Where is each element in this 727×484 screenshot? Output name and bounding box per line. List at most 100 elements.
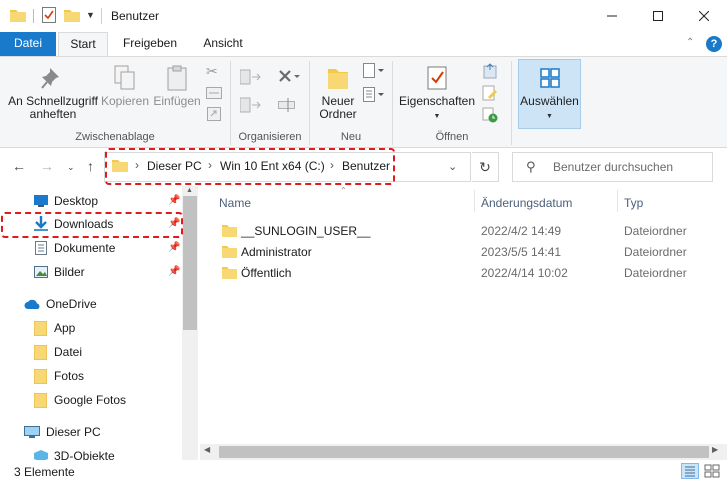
download-icon <box>34 216 48 231</box>
history-icon[interactable] <box>482 107 498 123</box>
properties-icon[interactable] <box>42 7 56 23</box>
breadcrumb-item[interactable]: Benutzer <box>342 159 390 173</box>
new-item-icon[interactable] <box>363 63 385 79</box>
select-button[interactable]: Auswählen ▼ <box>518 65 581 123</box>
paste-shortcut-icon[interactable] <box>207 107 221 121</box>
pin-quick-access-button[interactable]: An Schnellzugriff anheften <box>6 65 100 121</box>
edit-icon[interactable] <box>482 85 498 101</box>
scroll-up-icon[interactable]: ▲ <box>186 187 193 194</box>
delete-icon[interactable] <box>278 69 300 85</box>
folder-icon <box>34 321 47 336</box>
folder-icon <box>34 345 47 360</box>
collapse-ribbon-icon[interactable]: ⌃ <box>686 37 694 48</box>
horizontal-scrollbar-thumb[interactable] <box>219 446 709 458</box>
folder-icon <box>34 369 47 384</box>
details-view-button[interactable] <box>681 463 699 479</box>
sort-indicator-icon: ⌃ <box>340 186 347 195</box>
row-type: Dateiordner <box>624 245 687 259</box>
breadcrumb-item[interactable]: Dieser PC <box>147 159 202 173</box>
column-divider[interactable] <box>474 190 475 212</box>
copy-path-icon[interactable] <box>206 87 222 99</box>
properties-icon <box>427 66 447 90</box>
table-row[interactable]: Administrator 2023/5/5 14:41 Dateiordner <box>205 241 715 262</box>
nav-item-label: 3D-Objekte <box>54 449 115 460</box>
large-icons-view-button[interactable] <box>703 463 721 479</box>
table-row[interactable]: __SUNLOGIN_USER__ 2022/4/2 14:49 Dateior… <box>205 220 715 241</box>
breadcrumb-separator-icon[interactable]: › <box>208 158 212 172</box>
nav-item-google-fotos[interactable]: Google Fotos <box>0 389 182 411</box>
tab-ansicht[interactable]: Ansicht <box>192 32 254 56</box>
folder-icon <box>222 246 237 258</box>
breadcrumb-separator-icon[interactable]: › <box>330 158 334 172</box>
folder-icon <box>112 160 128 172</box>
properties-button[interactable]: Eigenschaften ▼ <box>396 65 478 123</box>
row-name: Administrator <box>241 245 312 259</box>
address-dropdown-icon[interactable]: ⌄ <box>448 160 457 173</box>
navigation-pane: Desktop 📌 Downloads 📌 Dokumente 📌 Bilder… <box>0 186 198 460</box>
documents-icon <box>35 241 47 255</box>
scroll-right-icon[interactable]: ▶ <box>712 445 718 454</box>
tab-datei[interactable]: Datei <box>0 32 56 56</box>
select-all-icon <box>539 68 560 88</box>
nav-item-desktop[interactable]: Desktop 📌 <box>0 190 182 212</box>
nav-item-downloads[interactable]: Downloads 📌 <box>0 213 182 235</box>
nav-item-this-pc[interactable]: Dieser PC <box>0 421 182 443</box>
nav-item-label: Downloads <box>54 217 114 231</box>
nav-item-datei[interactable]: Datei <box>0 341 182 363</box>
ribbon-tabs: Datei Start Freigeben Ansicht ⌃ ? <box>0 32 727 57</box>
ribbon: An Schnellzugriff anheften Kopieren Einf… <box>0 56 727 148</box>
copy-to-icon[interactable] <box>240 97 264 113</box>
row-type: Dateiordner <box>624 266 687 280</box>
refresh-icon: ↻ <box>479 159 491 175</box>
nav-item-app[interactable]: App <box>0 317 182 339</box>
paste-button[interactable]: Einfügen <box>152 65 202 108</box>
easy-access-icon[interactable] <box>363 87 385 103</box>
minimize-button[interactable] <box>589 0 635 32</box>
nav-scrollbar-thumb[interactable] <box>183 196 197 330</box>
nav-item-fotos[interactable]: Fotos <box>0 365 182 387</box>
nav-item-onedrive[interactable]: OneDrive <box>0 293 182 315</box>
maximize-button[interactable] <box>635 0 681 32</box>
open-icon[interactable] <box>482 63 498 79</box>
window-title: Benutzer <box>111 9 160 23</box>
up-button[interactable]: ↑ <box>87 158 94 174</box>
rename-icon[interactable] <box>278 97 298 113</box>
search-placeholder: Benutzer durchsuchen <box>553 160 674 174</box>
close-button[interactable] <box>681 0 727 32</box>
refresh-button[interactable]: ↻ <box>472 152 499 182</box>
column-divider[interactable] <box>617 190 618 212</box>
group-label-clipboard: Zwischenablage <box>75 131 155 143</box>
nav-item-pictures[interactable]: Bilder 📌 <box>0 261 182 283</box>
table-row[interactable]: Öffentlich 2022/4/14 10:02 Dateiordner <box>205 262 715 283</box>
column-header-type[interactable]: Typ <box>624 196 643 210</box>
forward-button[interactable]: → <box>40 158 54 174</box>
group-separator <box>511 61 512 145</box>
tab-start[interactable]: Start <box>58 32 108 57</box>
pin-icon: 📌 <box>168 266 181 277</box>
back-button[interactable]: ← <box>12 158 26 174</box>
breadcrumb-separator-icon[interactable]: › <box>135 158 139 172</box>
folder-icon <box>222 267 237 279</box>
row-name: Öffentlich <box>241 266 292 280</box>
new-folder-button[interactable]: Neuer Ordner <box>313 65 363 121</box>
select-label: Auswählen <box>520 94 579 108</box>
recent-locations-icon[interactable]: ⌄ <box>67 162 75 173</box>
nav-item-documents[interactable]: Dokumente 📌 <box>0 237 182 259</box>
group-label-open: Öffnen <box>435 131 469 143</box>
customize-quick-access-icon[interactable]: ▼ <box>86 10 95 20</box>
help-icon[interactable]: ? <box>706 36 722 52</box>
scroll-left-icon[interactable]: ◀ <box>204 445 210 454</box>
folder-icon <box>222 225 237 237</box>
new-folder-icon[interactable] <box>64 8 80 22</box>
cut-icon[interactable]: ✂ <box>206 63 218 80</box>
nav-item-3d-objects[interactable]: 3D-Objekte <box>0 445 182 460</box>
status-bar <box>0 460 727 484</box>
tab-freigeben[interactable]: Freigeben <box>112 32 188 56</box>
copy-button[interactable]: Kopieren <box>100 65 150 108</box>
column-header-name[interactable]: Name <box>219 196 251 210</box>
column-header-date[interactable]: Änderungsdatum <box>481 196 572 210</box>
breadcrumb-item[interactable]: Win 10 Ent x64 (C:) <box>220 159 325 173</box>
chevron-down-icon: ▼ <box>546 113 553 120</box>
nav-item-label: Desktop <box>54 194 99 208</box>
move-to-icon[interactable] <box>240 69 264 85</box>
